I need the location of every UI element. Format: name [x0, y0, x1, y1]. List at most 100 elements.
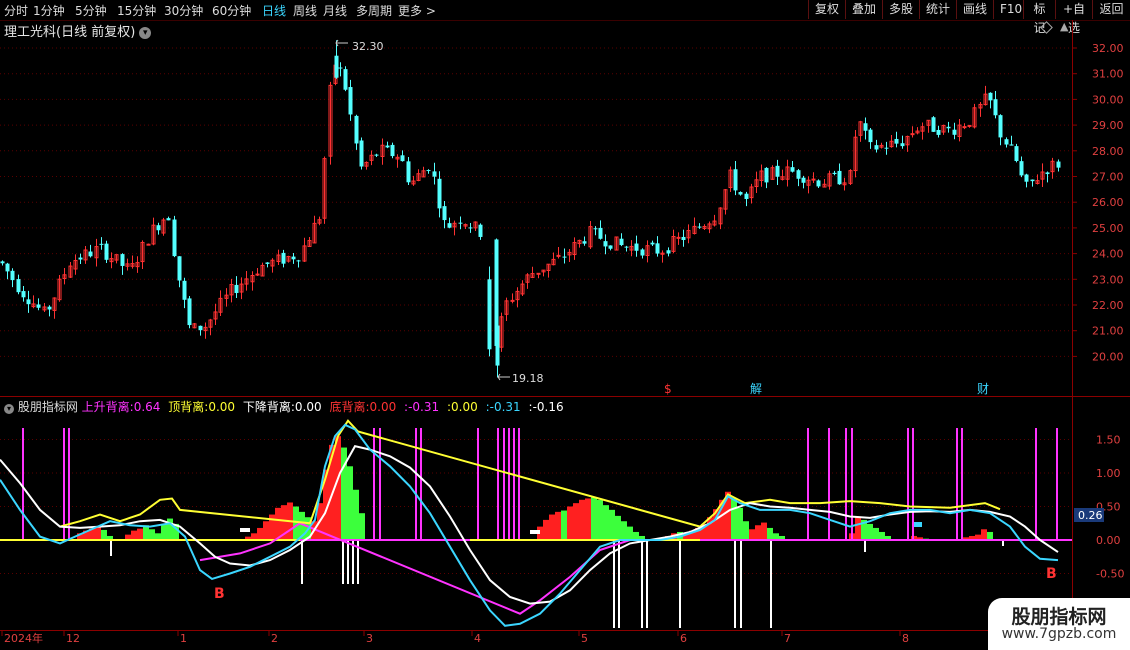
stock-chart: 32.0031.0030.0029.0028.0027.0026.0025.00…	[0, 20, 1130, 645]
candle-body-down	[598, 227, 603, 239]
histogram-bar	[161, 523, 167, 540]
time-axis-label: 5	[581, 632, 588, 645]
indicator-lines	[0, 419, 1059, 627]
main-line	[0, 423, 1059, 627]
candle-body-down	[816, 180, 821, 187]
candle-body-down	[1056, 161, 1061, 168]
candle-body-down	[608, 245, 613, 249]
histogram-bar	[293, 506, 299, 540]
candle-body-down	[952, 129, 957, 135]
histogram-bar	[737, 507, 743, 540]
candle-body-down	[562, 256, 567, 258]
candle-body-down	[1004, 139, 1009, 145]
price-low-marker: 19.18	[497, 372, 544, 385]
histogram-bar	[773, 533, 779, 540]
candle-body-down	[334, 55, 339, 78]
candle-body-down	[655, 243, 660, 254]
histogram-bar	[573, 503, 579, 540]
candle-body-down	[936, 129, 941, 135]
candle-body-down	[99, 243, 104, 245]
histogram-bar	[347, 466, 353, 540]
candle-body-down	[104, 243, 109, 260]
candle-body-down	[832, 172, 837, 174]
candle-body-down	[234, 284, 239, 294]
histogram-bar	[879, 531, 885, 540]
candle-body-down	[172, 219, 177, 257]
candle-body-down	[198, 325, 203, 331]
candle-body-down	[998, 115, 1003, 138]
histogram-bar	[579, 499, 585, 540]
time-axis-label: 4	[474, 632, 481, 645]
event-marker-unlock[interactable]: 解	[750, 382, 762, 396]
chevron-down-icon[interactable]: ▾	[4, 404, 14, 414]
candle-body-down	[78, 257, 83, 260]
candle-body-down	[681, 236, 686, 241]
candle-body-down	[432, 171, 437, 177]
low-price-label: 19.18	[512, 372, 544, 385]
histogram-bar	[567, 506, 573, 540]
candle-body-down	[775, 165, 780, 177]
candle-body-down	[790, 167, 795, 172]
candle-body-down	[1030, 179, 1035, 182]
price-axis-label: 24.00	[1092, 248, 1124, 261]
price-axis-label: 30.00	[1092, 93, 1124, 106]
candle-body-down	[390, 144, 395, 157]
candle-body-down	[593, 228, 598, 230]
candle-body-down	[624, 246, 629, 248]
indicator-name[interactable]: 股朋指标网	[18, 400, 78, 414]
candle-body-down	[354, 115, 359, 144]
indicator-axis-label: 0.00	[1096, 534, 1121, 547]
candle-body-down	[478, 224, 483, 237]
candle-body-down	[582, 241, 587, 244]
histogram-bar	[981, 529, 987, 540]
candle-body-down	[374, 154, 379, 156]
candle-body-down	[296, 260, 301, 262]
candle-body-down	[801, 177, 806, 183]
histogram-bar	[561, 510, 567, 540]
histogram-bar	[633, 531, 639, 540]
candle-body-down	[487, 279, 492, 350]
candle-body-down	[837, 170, 842, 185]
buy-signal-1: B	[214, 586, 225, 602]
histogram-bar	[549, 514, 555, 540]
candle-body-down	[426, 170, 431, 172]
time-axis-label: 2024年	[4, 631, 43, 645]
candle-body-down	[385, 145, 390, 148]
current-value-label: 0.26	[1078, 509, 1103, 522]
histogram-bar	[101, 529, 107, 540]
candle-body-down	[988, 92, 993, 101]
event-marker-dividend[interactable]: $	[664, 382, 672, 396]
candle-body-up	[910, 133, 915, 136]
price-axis-label: 25.00	[1092, 222, 1124, 235]
histogram-bar	[627, 526, 633, 540]
histogram-bar	[855, 517, 861, 540]
candle-body-down	[468, 227, 473, 229]
time-axis-label: 3	[366, 632, 373, 645]
histogram-bar	[609, 509, 615, 540]
time-axis-label: 6	[680, 632, 687, 645]
price-axis-label: 22.00	[1092, 299, 1124, 312]
candle-body-down	[26, 299, 31, 305]
candle-body-down	[868, 129, 873, 143]
histogram-bar	[359, 513, 365, 540]
histogram-bar	[335, 436, 341, 540]
candle-body-down	[796, 170, 801, 179]
time-axis: 2024年 12 1 2 3 4 5 6 7 8	[1, 630, 909, 645]
price-axis-label: 28.00	[1092, 145, 1124, 158]
histogram-bar	[743, 521, 749, 540]
histogram-bar	[155, 533, 161, 540]
histogram-bar	[621, 521, 627, 540]
candle-body-up	[811, 178, 816, 181]
candle-body-down	[884, 147, 889, 149]
candle-body-down	[406, 161, 411, 183]
candle-body-down	[156, 225, 161, 231]
histogram-bar	[543, 519, 549, 540]
candle-body-down	[874, 145, 879, 150]
candle-body-down	[16, 279, 21, 293]
candle-body-down	[265, 262, 270, 264]
event-marker-financial[interactable]: 财	[977, 382, 989, 396]
candle-body-down	[187, 298, 192, 326]
candle-body-down	[666, 250, 671, 254]
candle-body-up	[676, 236, 681, 239]
histogram-bar	[987, 531, 993, 540]
